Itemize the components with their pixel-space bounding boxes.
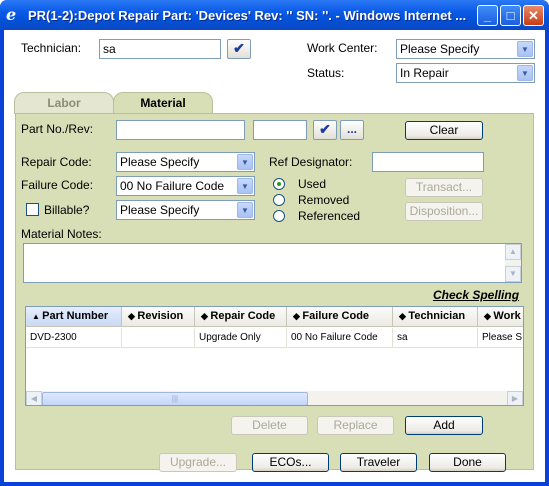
status-label: Status:	[307, 66, 345, 80]
technician-label: Technician:	[21, 41, 82, 55]
column-header-revision[interactable]: ◆ Revision	[122, 307, 195, 327]
work-center-label: Work Center:	[307, 41, 378, 55]
ref-designator-label: Ref Designator:	[269, 155, 353, 169]
cell-revision	[122, 328, 195, 348]
column-header-label: Technician	[408, 310, 466, 322]
disposition-button[interactable]: Disposition...	[405, 202, 483, 221]
replace-button[interactable]: Replace	[317, 416, 394, 435]
add-button[interactable]: Add	[405, 416, 483, 435]
part-no-field[interactable]	[116, 120, 245, 140]
radio-used[interactable]	[273, 178, 285, 190]
done-button[interactable]: Done	[429, 453, 506, 472]
cell-work: Please S	[478, 328, 523, 348]
part-no-label: Part No./Rev:	[21, 122, 94, 136]
maximize-icon: □	[506, 8, 515, 23]
sort-icon: ◆	[201, 311, 211, 321]
radio-used-label: Used	[298, 177, 327, 191]
billable-value: Please Specify	[120, 203, 200, 217]
billable-label: Billable?	[44, 203, 90, 217]
tab-labor[interactable]: Labor	[14, 92, 114, 114]
technician-field[interactable]: sa	[99, 39, 221, 59]
billable-checkbox[interactable]	[26, 203, 39, 216]
ellipsis-icon: ...	[346, 122, 357, 136]
column-header-repair-code[interactable]: ◆ Repair Code	[195, 307, 287, 327]
material-notes-label: Material Notes:	[21, 227, 102, 241]
scroll-left-icon[interactable]: ◀	[26, 391, 42, 405]
cell-part-number: DVD-2300	[26, 328, 122, 348]
window-title: PR(1-2):Depot Repair Part: 'Devices' Rev…	[28, 8, 467, 23]
sort-icon: ◆	[128, 311, 138, 321]
close-icon: ✕	[528, 8, 539, 23]
chevron-down-icon: ▼	[237, 178, 253, 194]
close-button[interactable]: ✕	[523, 5, 544, 26]
radio-removed-label: Removed	[298, 193, 350, 207]
ecos-button[interactable]: ECOs...	[252, 453, 329, 472]
sort-icon: ◆	[484, 311, 494, 321]
material-notes-field[interactable]: ▲ ▼	[23, 243, 522, 283]
radio-referenced-label: Referenced	[298, 209, 361, 223]
materials-grid: ▲ Part Number ◆ Revision ◆ Repair Code ◆…	[25, 306, 524, 406]
part-lookup-button[interactable]: ...	[340, 120, 364, 140]
minimize-icon: _	[483, 8, 492, 23]
chevron-down-icon: ▼	[237, 154, 253, 170]
ref-designator-field[interactable]	[372, 152, 484, 172]
maximize-button[interactable]: □	[500, 5, 521, 26]
scroll-down-icon[interactable]: ▼	[505, 266, 521, 282]
transact-button[interactable]: Transact...	[405, 178, 483, 197]
checkmark-icon: ✔	[233, 40, 245, 56]
cell-failure-code: 00 No Failure Code	[287, 328, 393, 348]
billable-select[interactable]: Please Specify ▼	[116, 200, 255, 220]
revision-field[interactable]	[253, 120, 307, 140]
tab-material[interactable]: Material	[113, 92, 213, 114]
checkmark-icon: ✔	[319, 121, 331, 137]
sort-ascending-icon: ▲	[32, 312, 43, 321]
notes-scrollbar[interactable]: ▲ ▼	[505, 244, 521, 282]
work-center-value: Please Specify	[400, 42, 480, 56]
chevron-down-icon: ▼	[517, 65, 533, 81]
failure-code-select[interactable]: 00 No Failure Code ▼	[116, 176, 255, 196]
scroll-thumb[interactable]: |||	[42, 392, 308, 405]
radio-referenced[interactable]	[273, 210, 285, 222]
failure-code-value: 00 No Failure Code	[120, 179, 225, 193]
browser-window: e PR(1-2):Depot Repair Part: 'Devices' R…	[0, 0, 549, 486]
status-value: In Repair	[400, 66, 449, 80]
check-spelling-link[interactable]: Check Spelling	[433, 288, 519, 302]
failure-code-label: Failure Code:	[21, 178, 94, 192]
repair-code-value: Please Specify	[120, 155, 200, 169]
scroll-up-icon[interactable]: ▲	[505, 244, 521, 260]
upgrade-button[interactable]: Upgrade...	[159, 453, 237, 472]
column-header-label: Part Number	[42, 310, 109, 322]
sort-icon: ◆	[293, 311, 303, 321]
repair-code-select[interactable]: Please Specify ▼	[116, 152, 255, 172]
scroll-right-icon[interactable]: ▶	[507, 391, 523, 405]
part-confirm-button[interactable]: ✔	[313, 120, 337, 140]
column-header-label: Work	[493, 310, 521, 322]
chevron-down-icon: ▼	[237, 202, 253, 218]
title-bar[interactable]: e PR(1-2):Depot Repair Part: 'Devices' R…	[0, 0, 549, 30]
grid-horizontal-scrollbar[interactable]: ◀ ||| ▶	[26, 391, 523, 405]
minimize-button[interactable]: _	[477, 5, 498, 26]
status-select[interactable]: In Repair ▼	[396, 63, 535, 83]
cell-repair-code: Upgrade Only	[195, 328, 287, 348]
work-center-select[interactable]: Please Specify ▼	[396, 39, 535, 59]
delete-button[interactable]: Delete	[231, 416, 308, 435]
dialog-content: Technician: sa ✔ Work Center: Please Spe…	[4, 30, 545, 482]
column-header-label: Failure Code	[302, 310, 370, 322]
cell-technician: sa	[393, 328, 478, 348]
repair-code-label: Repair Code:	[21, 155, 92, 169]
chevron-down-icon: ▼	[517, 41, 533, 57]
sort-icon: ◆	[399, 311, 409, 321]
traveler-button[interactable]: Traveler	[340, 453, 417, 472]
radio-removed[interactable]	[273, 194, 285, 206]
clear-button[interactable]: Clear	[405, 121, 483, 140]
column-header-technician[interactable]: ◆ Technician	[393, 307, 478, 327]
column-header-label: Revision	[137, 310, 184, 322]
column-header-failure-code[interactable]: ◆ Failure Code	[287, 307, 393, 327]
column-header-work[interactable]: ◆ Work	[478, 307, 523, 327]
ie-logo-icon: e	[6, 5, 17, 24]
column-header-part-number[interactable]: ▲ Part Number	[26, 307, 122, 327]
column-header-label: Repair Code	[210, 310, 276, 322]
technician-confirm-button[interactable]: ✔	[227, 39, 251, 59]
